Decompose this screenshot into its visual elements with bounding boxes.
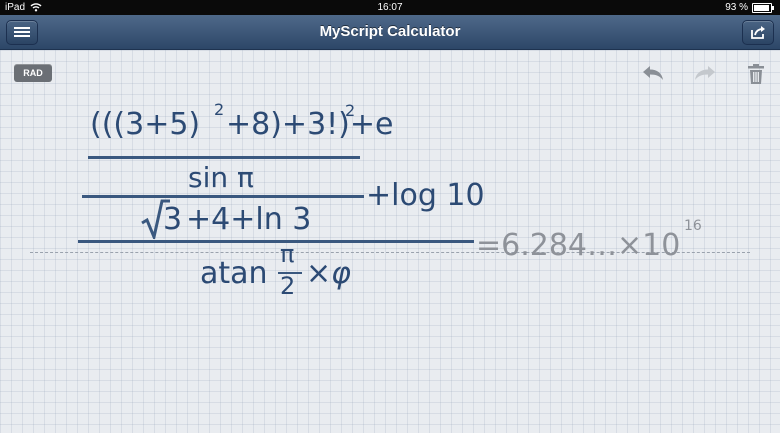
clear-button[interactable] [744,63,770,85]
nav-bar: MyScript Calculator [0,15,780,50]
menu-icon [14,27,30,37]
exponent-a: 2 [214,100,225,119]
battery-percent: 93 % [725,2,748,13]
pi-numerator: π [280,240,295,268]
numerator-term-a: (((3+5) [90,107,201,142]
sin-term: sin π [188,161,254,194]
share-button[interactable] [742,20,774,45]
atan-term: atan [200,256,268,291]
menu-button[interactable] [6,20,38,45]
fraction-bar-main [78,240,474,243]
redo-icon [695,66,715,80]
fraction-bar-middle [82,195,364,198]
undo-button[interactable] [640,63,666,85]
status-time: 16:07 [377,2,403,13]
phi-term: ×φ [306,256,351,291]
log-term: +log 10 [366,178,485,213]
redo-button[interactable] [692,63,718,85]
battery-icon [752,3,774,13]
fraction-bar-inner [88,156,360,159]
result-value: =6.284…×10 [476,228,681,263]
exponent-b: 2 [345,101,356,120]
app-title: MyScript Calculator [319,23,461,40]
share-icon [751,26,765,39]
numerator-term-b: +8)+3!)+e [226,107,394,142]
denominator-term: +4+ln 3 [186,202,312,237]
undo-icon [643,66,663,80]
angle-mode-button[interactable]: RAD [14,64,52,82]
result-exponent: 16 [684,218,702,234]
sqrt-argument: 3 [163,202,183,237]
pi-denominator: 2 [280,272,296,300]
trash-icon [748,64,764,84]
status-bar: iPad 16:07 93 % [0,0,780,15]
